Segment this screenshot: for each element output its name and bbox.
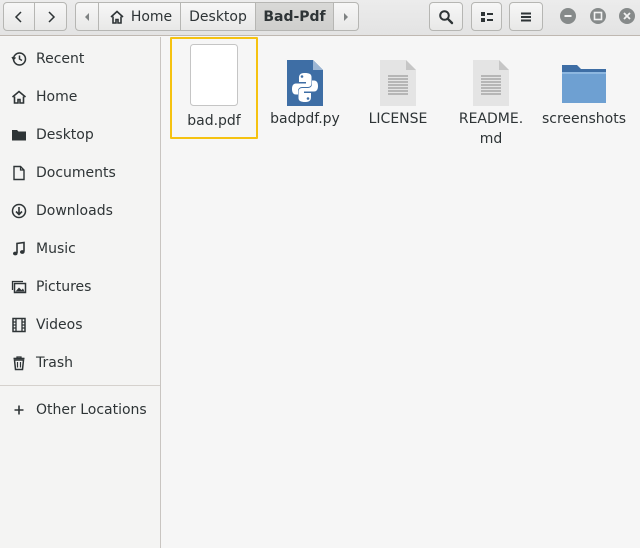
minimize-icon <box>564 15 572 17</box>
maximize-button[interactable] <box>590 8 606 24</box>
file-name: README. <box>458 111 524 127</box>
download-icon <box>11 203 27 219</box>
header-bar: Home Desktop Bad-Pdf <box>0 0 640 36</box>
back-button[interactable] <box>3 2 35 31</box>
triangle-right-icon <box>344 12 348 21</box>
sidebar-item-videos[interactable]: Videos <box>0 306 160 344</box>
search-icon <box>439 9 454 24</box>
path-segment-desktop[interactable]: Desktop <box>180 2 256 31</box>
sidebar-item-label: Recent <box>36 51 85 67</box>
music-icon <box>11 241 27 257</box>
document-icon <box>11 165 27 181</box>
maximize-icon <box>593 11 603 21</box>
path-segment-current[interactable]: Bad-Pdf <box>255 2 334 31</box>
file-name: bad.pdf <box>187 113 241 129</box>
sidebar-item-recent[interactable]: Recent <box>0 40 160 78</box>
sidebar: Recent Home Desktop Documents Downloads … <box>0 37 161 548</box>
file-name-continued: md <box>479 131 503 147</box>
sidebar-item-downloads[interactable]: Downloads <box>0 192 160 230</box>
path-bar: Home Desktop Bad-Pdf <box>75 2 362 31</box>
triangle-left-icon <box>85 12 89 21</box>
close-button[interactable] <box>619 8 635 24</box>
view-toggle-button[interactable] <box>471 2 502 31</box>
file-view: bad.pdf badpdf.py LICENSE README. md scr… <box>162 37 640 548</box>
sidebar-item-music[interactable]: Music <box>0 230 160 268</box>
search-button[interactable] <box>429 2 463 31</box>
sidebar-item-label: Documents <box>36 165 116 181</box>
path-segment-home[interactable]: Home <box>98 2 181 31</box>
home-icon <box>11 89 27 105</box>
sidebar-item-label: Home <box>36 89 78 105</box>
sidebar-item-pictures[interactable]: Pictures <box>0 268 160 306</box>
folder-icon <box>562 65 606 103</box>
sidebar-item-label: Trash <box>36 355 73 371</box>
sidebar-item-other-locations[interactable]: Other Locations <box>0 391 160 429</box>
forward-button[interactable] <box>34 2 67 31</box>
sidebar-item-home[interactable]: Home <box>0 78 160 116</box>
file-item[interactable]: README. md <box>447 37 535 149</box>
path-segment-label: Home <box>130 8 173 25</box>
path-scroll-left-button[interactable] <box>75 2 99 31</box>
close-icon <box>623 12 631 20</box>
sidebar-item-trash[interactable]: Trash <box>0 344 160 382</box>
sidebar-divider <box>0 385 160 386</box>
file-item[interactable]: LICENSE <box>354 37 442 129</box>
sidebar-item-documents[interactable]: Documents <box>0 154 160 192</box>
minimize-button[interactable] <box>560 8 576 24</box>
film-icon <box>11 317 27 333</box>
folder-icon <box>11 127 27 143</box>
file-name: LICENSE <box>368 111 428 127</box>
sidebar-item-label: Videos <box>36 317 83 333</box>
menu-button[interactable] <box>509 2 543 31</box>
path-segment-label: Bad-Pdf <box>263 8 326 25</box>
sidebar-item-label: Other Locations <box>36 402 147 418</box>
sidebar-item-label: Pictures <box>36 279 92 295</box>
chevron-left-icon <box>14 10 22 23</box>
file-item[interactable]: badpdf.py <box>261 37 349 129</box>
path-scroll-right-button[interactable] <box>333 2 359 31</box>
trash-icon <box>11 355 27 371</box>
file-item[interactable]: screenshots <box>540 37 628 129</box>
python-file-icon <box>287 60 323 106</box>
sidebar-item-label: Music <box>36 241 76 257</box>
file-name: screenshots <box>541 111 627 127</box>
clock-icon <box>11 51 27 67</box>
file-item[interactable]: bad.pdf <box>170 37 258 139</box>
text-file-icon <box>473 60 509 106</box>
list-view-icon <box>480 11 493 22</box>
plus-icon <box>11 402 27 418</box>
sidebar-item-label: Desktop <box>36 127 94 143</box>
home-icon <box>110 9 124 24</box>
text-file-icon <box>380 60 416 106</box>
pictures-icon <box>11 279 27 295</box>
chevron-right-icon <box>47 10 55 23</box>
hamburger-icon <box>521 12 531 21</box>
sidebar-item-label: Downloads <box>36 203 113 219</box>
path-segment-label: Desktop <box>189 8 247 25</box>
sidebar-item-desktop[interactable]: Desktop <box>0 116 160 154</box>
file-name: badpdf.py <box>270 111 340 127</box>
blank-document-icon <box>190 44 238 106</box>
